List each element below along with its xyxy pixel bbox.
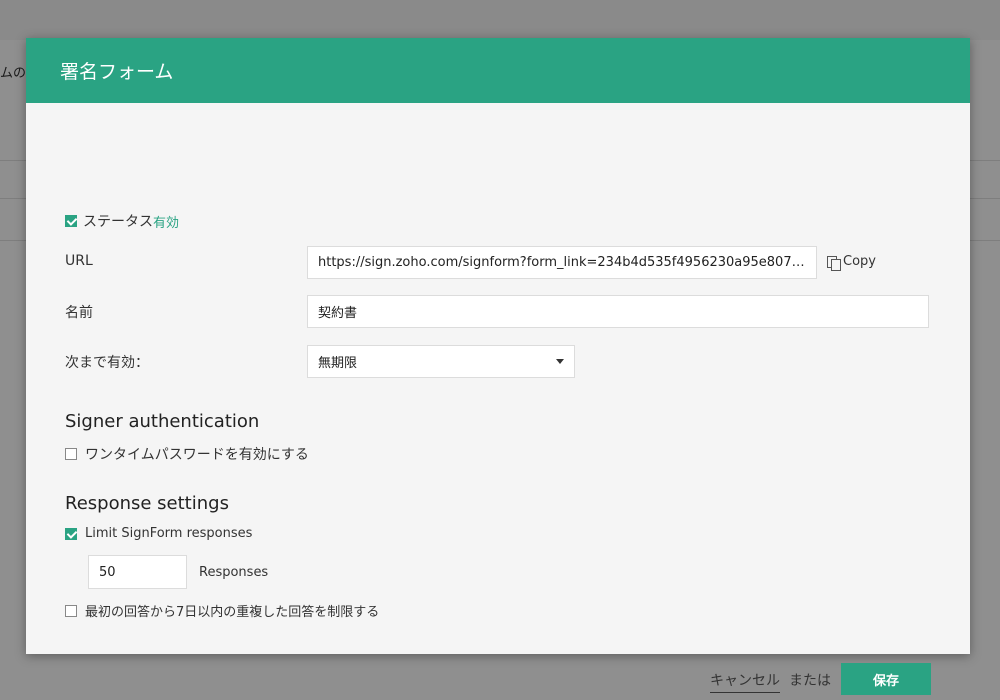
response-limit-unit: Responses xyxy=(199,565,269,580)
url-field[interactable]: https://sign.zoho.com/signform?form_link… xyxy=(307,246,817,279)
name-label: 名前 xyxy=(65,305,93,321)
status-label: ステータス xyxy=(83,214,153,230)
response-settings-title: Response settings xyxy=(65,493,229,514)
duplicate-option: 最初の回答から7日以内の重複した回答を制限する xyxy=(65,601,379,620)
valid-until-label: 次まで有効： xyxy=(65,355,149,371)
cancel-link[interactable]: キャンセル xyxy=(710,670,780,693)
valid-until-value: 無期限 xyxy=(318,356,358,371)
response-limit-input[interactable]: 50 xyxy=(88,555,187,589)
status-checkbox[interactable] xyxy=(65,215,77,227)
copy-label: Copy xyxy=(843,254,876,269)
status-value: 有効 xyxy=(153,215,180,231)
otp-option: ワンタイムパスワードを有効にする xyxy=(65,444,309,464)
duplicate-checkbox[interactable] xyxy=(65,604,77,617)
limit-option: Limit SignForm responses xyxy=(65,526,252,541)
copy-button[interactable]: Copy xyxy=(827,254,876,271)
copy-icon xyxy=(827,255,841,271)
signer-auth-title: Signer authentication xyxy=(65,411,260,432)
limit-label: Limit SignForm responses xyxy=(85,526,253,541)
background-header xyxy=(0,0,1000,40)
response-limit-value: 50 xyxy=(99,564,116,580)
valid-until-select[interactable]: 無期限 xyxy=(307,345,575,378)
status-row: ステータス 有効 xyxy=(65,211,179,231)
url-label: URL xyxy=(65,253,93,269)
background-text: ムの xyxy=(0,66,27,81)
signform-dialog: 署名フォーム ステータス 有効 URL https://sign.zoho.com… xyxy=(26,38,970,695)
duplicate-label: 最初の回答から7日以内の重複した回答を制限する xyxy=(85,605,380,620)
otp-checkbox[interactable] xyxy=(65,448,77,460)
save-button[interactable]: 保存 xyxy=(841,663,931,695)
dialog-title: 署名フォーム xyxy=(60,61,174,83)
limit-checkbox[interactable] xyxy=(65,527,77,540)
or-text: または xyxy=(789,673,831,689)
name-input[interactable]: 契約書 xyxy=(307,295,929,328)
url-value: https://sign.zoho.com/signform?form_link… xyxy=(318,255,806,270)
otp-label: ワンタイムパスワードを有効にする xyxy=(85,447,309,463)
name-value: 契約書 xyxy=(318,306,358,321)
dialog-header: 署名フォーム xyxy=(26,38,970,103)
chevron-down-icon xyxy=(556,359,564,364)
